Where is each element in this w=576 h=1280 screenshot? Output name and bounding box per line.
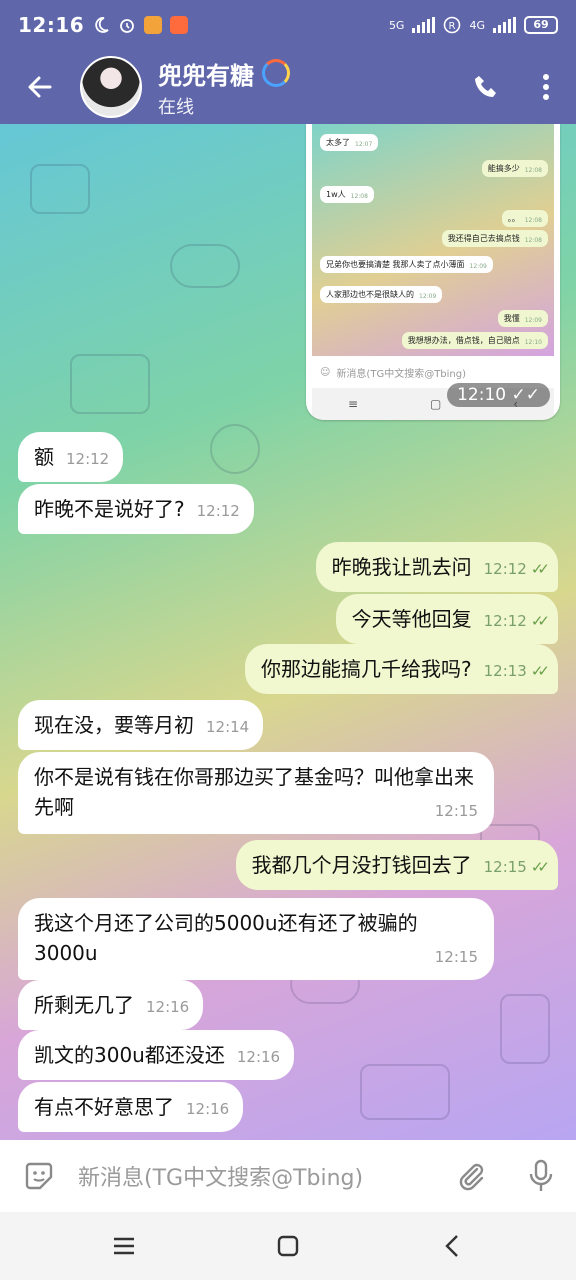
chat-area[interactable]: 太多了 12:07 能搞多少 12:08 1w人 12:08 。。 12:08 我还得自… (0, 124, 576, 1140)
alarm-icon (120, 19, 135, 33)
emoji-button[interactable] (0, 1140, 78, 1212)
call-button[interactable] (456, 50, 516, 124)
app-notification-icon-2 (170, 16, 189, 34)
sticker-icon (25, 1162, 53, 1190)
chat-title[interactable]: 兜兜有糖 (158, 56, 254, 91)
message-out[interactable]: 今天等他回复 12:12 ✓✓ (335, 594, 558, 644)
chevron-left-icon (445, 1235, 458, 1257)
message-out[interactable]: 你那边能搞几千给我吗? 12:13 ✓✓ (245, 644, 558, 694)
back-nav-button[interactable] (412, 1212, 492, 1280)
network-label-2: 4G (469, 18, 485, 32)
image-timestamp: 12:10 ✓✓ (447, 383, 550, 407)
phone-icon (475, 76, 496, 97)
message-in[interactable]: 昨晚不是说好了? 12:12 (18, 484, 254, 534)
battery-icon: 69 (524, 16, 558, 34)
shot-message: 兄弟你也要搞清楚 我那人卖了点小薄面 12:09 (320, 256, 493, 273)
shot-message: 1w人 12:08 (320, 186, 374, 203)
back-arrow-icon (28, 76, 52, 98)
app-notification-icon (144, 16, 163, 34)
shot-message: 我想想办法，借点钱，自己赔点 12:10 (401, 332, 548, 349)
back-button[interactable] (0, 50, 80, 124)
more-menu-button[interactable] (516, 50, 576, 124)
roaming-icon: R (444, 16, 461, 34)
more-vertical-icon (543, 74, 549, 100)
double-check-icon: ✓✓ (511, 385, 541, 405)
signal-icon (412, 17, 436, 33)
shot-message: 太多了 12:07 (320, 134, 379, 151)
message-input-bar: 新消息(TG中文搜索@Tbing) (0, 1140, 576, 1212)
message-in[interactable]: 我这个月还了公司的5000u还有还了被骗的3000u 12:15 (18, 898, 494, 980)
chat-header: 兜兜有糖 在线 (0, 50, 576, 124)
shot-message: 能搞多少 12:08 (481, 160, 548, 177)
network-label: 5G (388, 18, 405, 32)
story-ring-icon[interactable] (262, 59, 290, 87)
online-status: 在线 (158, 96, 194, 118)
moon-icon (95, 17, 109, 33)
shot-emoji-icon: ☺ (320, 366, 331, 378)
double-check-icon: ✓✓ (530, 662, 550, 680)
svg-text:R: R (449, 21, 456, 32)
status-time: 12:16 (18, 13, 85, 37)
embedded-screenshot[interactable]: 太多了 12:07 能搞多少 12:08 1w人 12:08 。。 12:08 我还得自… (306, 124, 560, 420)
message-in[interactable]: 额 12:12 (18, 432, 124, 482)
double-check-icon: ✓✓ (530, 612, 550, 630)
message-in[interactable]: 有点不好意思了 12:16 (18, 1082, 244, 1132)
shot-menu-icon: ≡ (347, 397, 359, 411)
system-nav-bar (0, 1212, 576, 1280)
double-check-icon: ✓✓ (530, 560, 550, 578)
message-out[interactable]: 我都几个月没打钱回去了 12:15 ✓✓ (235, 840, 558, 890)
message-in[interactable]: 凯文的300u都还没还 12:16 (18, 1030, 295, 1080)
shot-home-icon: ▢ (429, 397, 442, 411)
shot-message: 我懂 12:09 (497, 310, 548, 327)
home-icon (277, 1235, 299, 1257)
paperclip-icon (459, 1163, 484, 1191)
shot-message: 人家那边也不是很缺人的 12:09 (320, 286, 443, 303)
message-out[interactable]: 昨晚我让凯去问 12:12 ✓✓ (315, 542, 558, 592)
message-input[interactable]: 新消息(TG中文搜索@Tbing) (78, 1160, 436, 1192)
status-bar: 12:16 5G R 4G 69 (0, 0, 576, 50)
voice-button[interactable] (506, 1140, 576, 1212)
menu-icon (114, 1237, 134, 1255)
message-in[interactable]: 现在没，要等月初 12:14 (18, 700, 264, 750)
recent-apps-button[interactable] (84, 1212, 164, 1280)
double-check-icon: ✓✓ (530, 858, 550, 876)
signal-icon-2 (493, 17, 516, 33)
shot-input-placeholder: 新消息(TG中文搜索@Tbing) (336, 368, 467, 380)
microphone-icon (529, 1159, 553, 1191)
home-button[interactable] (248, 1212, 328, 1280)
background-pattern (30, 164, 90, 214)
avatar[interactable] (80, 56, 142, 118)
message-in[interactable]: 所剩无几了 12:16 (18, 980, 204, 1030)
attach-button[interactable] (436, 1140, 506, 1212)
shot-message: 。。 12:08 (501, 210, 548, 227)
shot-message: 我还得自己去搞点钱 12:08 (441, 230, 548, 247)
message-in[interactable]: 你不是说有钱在你哥那边买了基金吗？叫他拿出来先啊 12:15 (18, 752, 494, 834)
